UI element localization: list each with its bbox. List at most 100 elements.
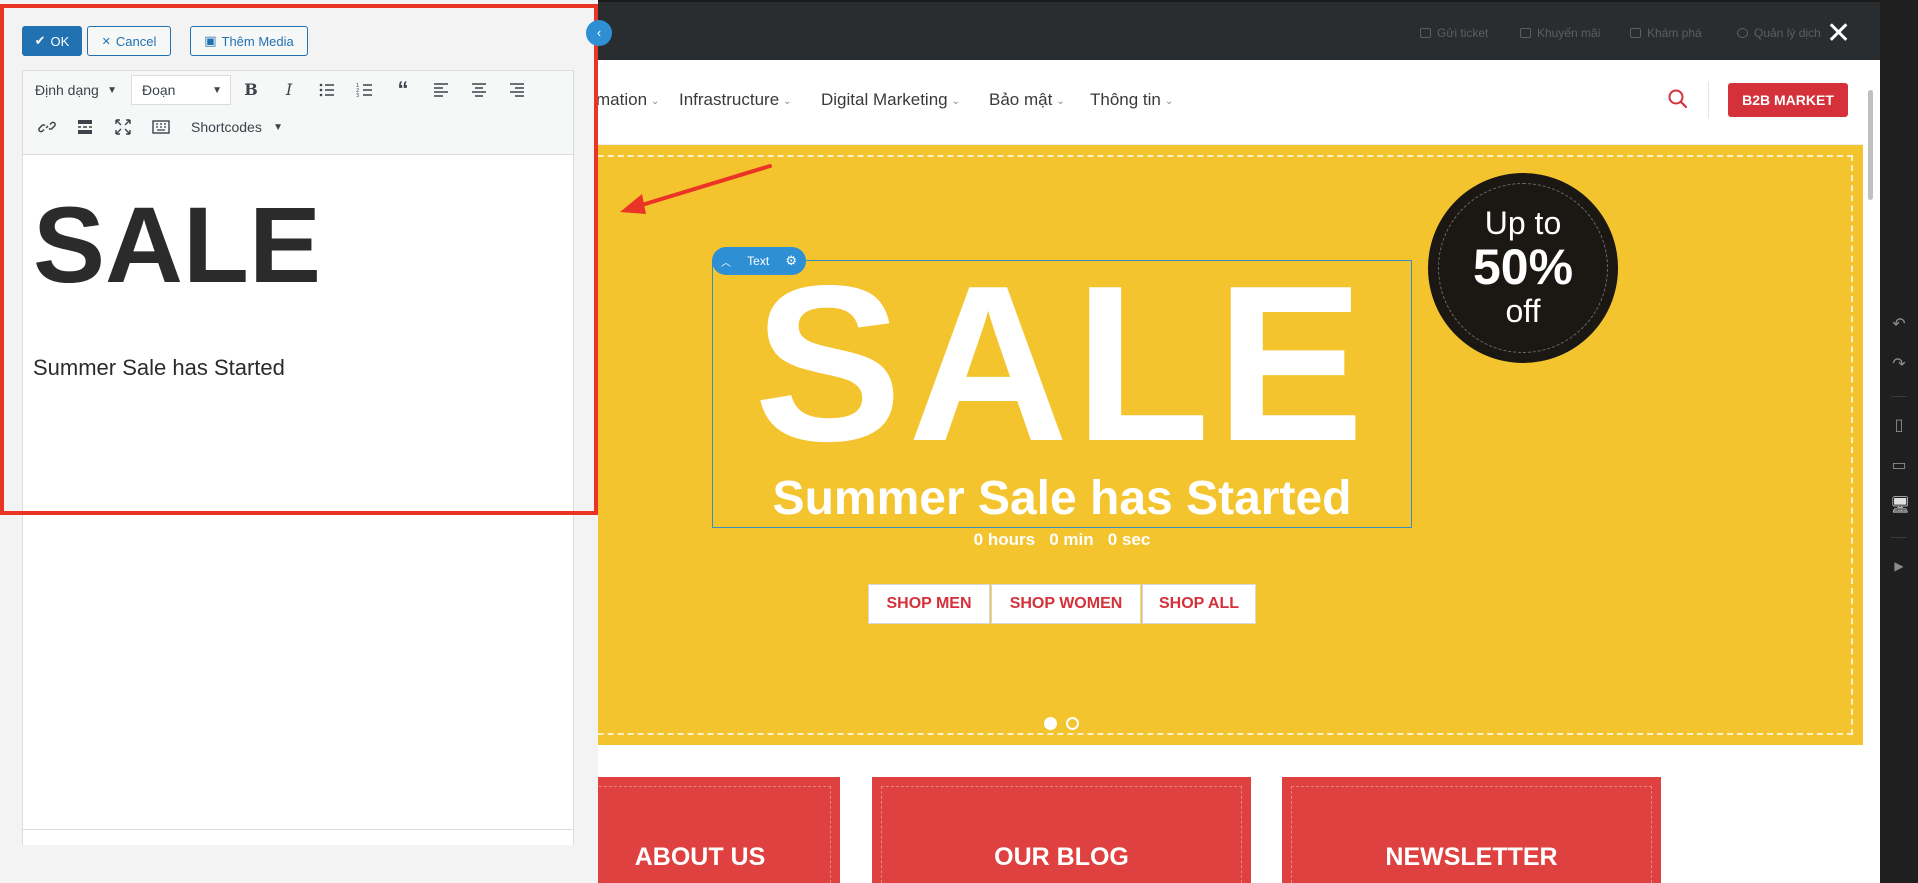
numbered-list-icon[interactable]: 123 (351, 76, 379, 104)
italic-icon[interactable]: I (275, 76, 303, 104)
play-icon[interactable]: ▶ (1890, 557, 1908, 575)
editor-content-area[interactable]: SALE Summer Sale has Started (23, 155, 573, 845)
format-menu-label: Định dạng (35, 82, 99, 98)
undo-icon[interactable]: ↶ (1890, 316, 1908, 334)
shop-women-button[interactable]: SHOP WOMEN (991, 584, 1141, 624)
ok-button-label: OK (50, 33, 70, 49)
keyboard-icon[interactable] (147, 113, 175, 141)
settings-icon[interactable]: ⚙ (785, 253, 797, 269)
promo-label: NEWSLETTER (1385, 843, 1558, 871)
shortcodes-label: Shortcodes (191, 119, 262, 135)
bullet-list-icon[interactable] (313, 76, 341, 104)
nav-item-infrastructure[interactable]: Infrastructure ⌄ (679, 90, 792, 110)
topbar-link-label: Khuyến mãi (1537, 26, 1601, 40)
chevron-down-icon: ⌄ (1164, 95, 1174, 107)
content-heading: SALE (33, 184, 322, 305)
editor-statusbar (23, 829, 573, 845)
caret-down-icon: ▼ (212, 84, 222, 96)
shop-men-button[interactable]: SHOP MEN (868, 584, 990, 624)
align-left-icon[interactable] (427, 76, 455, 104)
nav-item-security[interactable]: Bảo mật ⌄ (989, 90, 1065, 110)
search-icon[interactable] (1667, 88, 1689, 110)
badge-percentage: 50% (1472, 239, 1574, 295)
bold-icon[interactable]: B (237, 76, 265, 104)
ok-button[interactable]: ✔ OK (22, 26, 82, 56)
collapse-editor-icon[interactable]: ‹ (586, 20, 612, 46)
shortcodes-menu[interactable]: Shortcodes ▼ (181, 112, 291, 142)
desktop-icon[interactable]: 🖥 (1890, 497, 1910, 515)
ticket-icon (1420, 28, 1431, 38)
read-more-icon[interactable] (71, 113, 99, 141)
align-right-icon[interactable] (503, 76, 531, 104)
link-icon[interactable] (33, 113, 61, 141)
promo-label: ABOUT US (634, 843, 766, 871)
topbar-link-label: Quản lý dịch (1754, 26, 1821, 40)
slider-dot-active[interactable] (1044, 717, 1057, 730)
rail-divider (1891, 396, 1907, 397)
slider-dot[interactable] (1066, 717, 1079, 730)
nav-item-info[interactable]: Thông tin ⌄ (1090, 90, 1173, 110)
nav-item-digital-marketing[interactable]: Digital Marketing ⌄ (821, 90, 960, 110)
promo-our-blog[interactable]: OUR BLOG (872, 777, 1251, 883)
text-element-tag[interactable]: ︿ Text ⚙ (712, 247, 806, 275)
nav-item-automation[interactable]: mation ⌄ (596, 90, 659, 110)
add-media-label: Thêm Media (221, 33, 294, 49)
topbar-link-explore[interactable]: Khám phá (1630, 26, 1702, 40)
rail-divider (1891, 537, 1907, 538)
editor-toolbar: Định dạng ▼ Đoạn ▼ B I 123 “ Shortcodes ▼ (23, 71, 573, 155)
topbar-link-ticket[interactable]: Gửi ticket (1420, 26, 1488, 40)
format-menu[interactable]: Định dạng ▼ (25, 75, 125, 105)
topbar-link-manage[interactable]: Quản lý dịch (1737, 26, 1821, 40)
chevron-down-icon: ⌄ (1056, 95, 1065, 107)
topbar-link-label: Gửi ticket (1437, 26, 1489, 40)
content-paragraph: Summer Sale has Started (33, 355, 285, 380)
media-icon: ▣ (204, 33, 217, 48)
shop-all-button[interactable]: SHOP ALL (1142, 584, 1256, 624)
mobile-icon[interactable]: ▯ (1890, 417, 1908, 435)
topbar-link-promo[interactable]: Khuyến mãi (1520, 26, 1600, 40)
preview-scrollbar[interactable] (1868, 90, 1873, 200)
tinymce-editor: Định dạng ▼ Đoạn ▼ B I 123 “ Shortcodes ▼ S… (22, 70, 574, 845)
nav-item-label: Thông tin (1090, 90, 1161, 109)
promo-label: OUR BLOG (994, 843, 1129, 871)
nav-divider (1708, 82, 1709, 118)
block-format-select[interactable]: Đoạn ▼ (131, 75, 231, 105)
chevron-down-icon: ⌄ (651, 95, 660, 107)
b2b-market-button[interactable]: B2B MARKET (1728, 83, 1848, 117)
nav-item-label: Digital Marketing (821, 90, 948, 109)
badge-off: off (1505, 293, 1541, 329)
annotation-arrow-icon (620, 164, 772, 214)
add-media-button[interactable]: ▣ Thêm Media (190, 26, 308, 56)
align-center-icon[interactable] (465, 76, 493, 104)
caret-down-icon: ▼ (273, 121, 283, 133)
promo-about-us[interactable]: ABOUT US (560, 777, 840, 883)
caret-down-icon: ▼ (107, 84, 117, 96)
tablet-icon[interactable]: ▭ (1890, 457, 1908, 475)
text-element-label: Text (747, 254, 770, 268)
cancel-button[interactable]: ✕ Cancel (87, 26, 171, 56)
builder-right-rail: ↶ ↷ ▯ ▭ 🖥 ▶ (1880, 0, 1918, 883)
close-icon[interactable]: ✕ (1826, 19, 1851, 49)
user-icon (1737, 28, 1748, 38)
promo-newsletter[interactable]: NEWSLETTER (1282, 777, 1661, 883)
text-element-outline[interactable] (712, 260, 1412, 528)
blockquote-icon[interactable]: “ (389, 76, 417, 104)
nav-item-label: Bảo mật (989, 90, 1053, 109)
chevron-down-icon: ⌄ (783, 95, 792, 107)
topbar-link-label: Khám phá (1647, 26, 1702, 40)
grid-icon (1630, 28, 1641, 38)
badge-up-to: Up to (1484, 205, 1562, 241)
text-editor-panel: ✔ OK ✕ Cancel ▣ Thêm Media Định dạng ▼ Đoạn ▼… (0, 0, 598, 883)
countdown-timer: 0 hours 0 min 0 sec (973, 530, 1151, 549)
svg-text:3: 3 (356, 93, 359, 99)
checkmark-icon: ✔ (34, 33, 46, 48)
nav-item-label: Infrastructure (679, 90, 780, 109)
collapse-icon[interactable]: ︿ (721, 254, 731, 269)
fullscreen-icon[interactable] (109, 113, 137, 141)
close-icon: ✕ (101, 35, 111, 48)
nav-item-label: mation (596, 90, 648, 109)
block-format-label: Đoạn (142, 82, 176, 98)
chevron-down-icon: ⌄ (951, 95, 960, 107)
redo-icon[interactable]: ↷ (1890, 356, 1908, 374)
calendar-icon (1520, 28, 1531, 38)
